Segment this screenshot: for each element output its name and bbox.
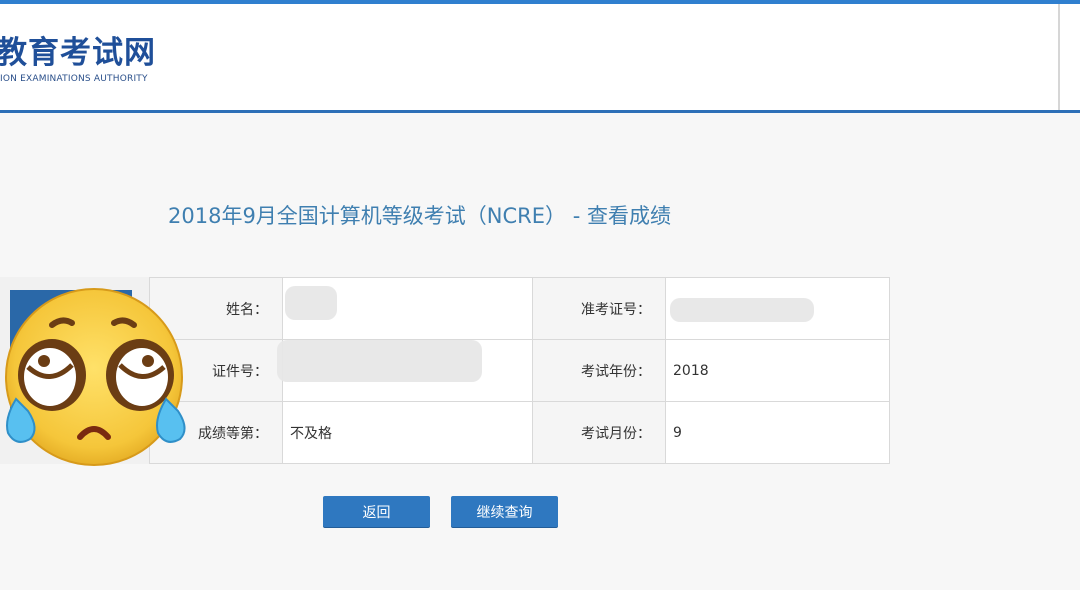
exam-year-value: 2018 [666, 340, 890, 402]
redaction-blur [670, 298, 814, 322]
header-bottom-rule [0, 110, 1080, 113]
ticket-number-label: 准考证号： [533, 278, 666, 340]
site-logo-text[interactable]: 教育考试网 [0, 35, 156, 71]
name-value [283, 278, 533, 340]
page-title: 2018年9月全国计算机等级考试（NCRE） - 查看成绩 [168, 204, 671, 228]
site-header: 教育考试网 ION EXAMINATIONS AUTHORITY [0, 4, 1080, 111]
exam-month-value: 9 [666, 402, 890, 464]
redaction-blur [277, 340, 482, 382]
back-button[interactable]: 返回 [323, 496, 430, 527]
continue-query-button[interactable]: 继续查询 [451, 496, 558, 527]
ticket-number-value [666, 278, 890, 340]
id-number-value [277, 340, 533, 402]
header-divider [1058, 4, 1060, 111]
redaction-blur [285, 286, 337, 320]
site-logo-subtitle: ION EXAMINATIONS AUTHORITY [0, 74, 148, 84]
exam-year-label: 考试年份： [533, 340, 666, 402]
crying-face-icon [5, 288, 186, 466]
grade-value: 不及格 [283, 402, 533, 464]
exam-month-label: 考试月份： [533, 402, 666, 464]
